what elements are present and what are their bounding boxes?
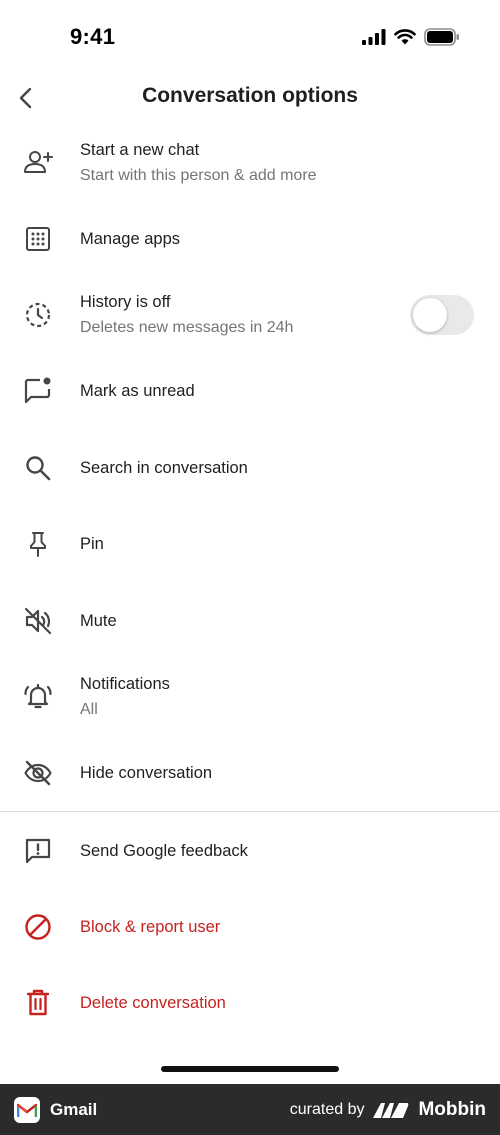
home-indicator bbox=[161, 1066, 339, 1072]
menu-item-block[interactable]: Block & report user bbox=[0, 900, 500, 954]
menu-item-search[interactable]: Search in conversation bbox=[0, 441, 500, 495]
wifi-icon bbox=[394, 29, 416, 45]
menu-item-label: Notifications bbox=[80, 675, 170, 693]
history-toggle[interactable] bbox=[410, 295, 474, 335]
menu-item-sublabel: Deletes new messages in 24h bbox=[80, 319, 294, 336]
menu-item-label: Mark as unread bbox=[80, 382, 195, 400]
block-icon bbox=[20, 909, 56, 945]
cellular-signal-icon bbox=[362, 29, 386, 45]
footer-app-name: Gmail bbox=[50, 1099, 98, 1119]
search-icon bbox=[20, 450, 56, 486]
menu-item-label: History is off bbox=[80, 293, 171, 311]
menu-item-pin[interactable]: Pin bbox=[0, 517, 500, 571]
feedback-icon bbox=[20, 833, 56, 869]
menu-item-label: Manage apps bbox=[80, 230, 180, 248]
menu-item-sublabel: Start with this person & add more bbox=[80, 167, 317, 184]
menu-item-label: Block & report user bbox=[80, 918, 221, 936]
footer-brand: Mobbin bbox=[418, 1098, 486, 1120]
page-title: Conversation options bbox=[142, 84, 358, 107]
menu-item-label: Send Google feedback bbox=[80, 842, 248, 860]
menu-item-label: Delete conversation bbox=[80, 994, 226, 1012]
person-add-icon bbox=[20, 144, 56, 180]
status-bar: 9:41 bbox=[0, 0, 500, 70]
toggle-knob bbox=[413, 298, 447, 332]
menu-item-delete[interactable]: Delete conversation bbox=[0, 976, 500, 1030]
apps-grid-icon bbox=[20, 221, 56, 257]
history-clock-icon bbox=[20, 297, 56, 333]
notifications-icon bbox=[20, 678, 56, 714]
menu-item-feedback[interactable]: Send Google feedback bbox=[0, 824, 500, 878]
gmail-logo-icon bbox=[14, 1096, 40, 1123]
volume-off-icon bbox=[20, 603, 56, 639]
visibility-off-icon bbox=[20, 755, 56, 791]
mobbin-logo-icon bbox=[373, 1102, 409, 1118]
divider bbox=[0, 811, 500, 812]
menu-item-sublabel: All bbox=[80, 701, 98, 718]
footer-bar: Gmail curated by Mobbin bbox=[0, 1084, 500, 1135]
footer-curated-by: curated by bbox=[289, 1100, 365, 1118]
menu-item-mute[interactable]: Mute bbox=[0, 594, 500, 648]
menu-item-hide[interactable]: Hide conversation bbox=[0, 746, 500, 800]
status-icons bbox=[362, 26, 460, 48]
menu-item-label: Pin bbox=[80, 535, 104, 553]
menu-item-history[interactable]: History is off Deletes new messages in 2… bbox=[0, 282, 500, 346]
mark-unread-icon bbox=[20, 373, 56, 409]
menu-item-label: Start a new chat bbox=[80, 141, 200, 159]
menu-item-mark-unread[interactable]: Mark as unread bbox=[0, 364, 500, 418]
pin-icon bbox=[20, 526, 56, 562]
menu-item-label: Mute bbox=[80, 612, 117, 630]
menu-item-notifications[interactable]: Notifications All bbox=[0, 664, 500, 728]
app-bar: Conversation options bbox=[0, 70, 500, 126]
status-time: 9:41 bbox=[70, 24, 116, 49]
battery-icon bbox=[424, 28, 459, 46]
menu-item-label: Hide conversation bbox=[80, 764, 213, 782]
menu-item-manage-apps[interactable]: Manage apps bbox=[0, 212, 500, 266]
menu-item-start-new-chat[interactable]: Start a new chat Start with this person … bbox=[0, 130, 500, 194]
trash-icon bbox=[20, 985, 56, 1021]
menu-item-label: Search in conversation bbox=[80, 459, 248, 477]
